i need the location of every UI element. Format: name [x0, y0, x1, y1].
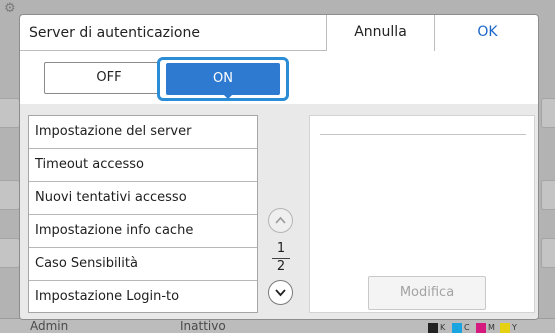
ink-m-label: M: [488, 323, 495, 332]
chevron-up-icon[interactable]: [268, 208, 293, 233]
on-button[interactable]: ON: [166, 63, 280, 95]
off-button[interactable]: OFF: [44, 62, 174, 94]
background-tab: [0, 180, 20, 210]
ink-y-label: Y: [512, 323, 517, 332]
ink-y-swatch: [500, 323, 510, 333]
list-item-server-setting[interactable]: Impostazione del server: [29, 116, 257, 149]
status-state: Inattivo: [180, 319, 226, 333]
dialog-header: Server di autenticazione Annulla OK: [20, 15, 538, 51]
list-item-login-to[interactable]: Impostazione Login-to: [29, 281, 257, 314]
detail-panel: Modifica: [309, 115, 535, 313]
gear-icon: ⚙: [4, 1, 16, 16]
background-tab: [0, 98, 20, 128]
cancel-button[interactable]: Annulla: [326, 15, 434, 51]
modify-button[interactable]: Modifica: [368, 276, 486, 310]
page-total: 2: [276, 259, 286, 274]
ink-c-swatch: [452, 323, 462, 333]
list-item-case-sensitivity[interactable]: Caso Sensibilità: [29, 248, 257, 281]
ink-m-swatch: [476, 323, 486, 333]
background-tab: [0, 238, 20, 268]
chevron-down-icon[interactable]: [268, 280, 293, 305]
dialog-title: Server di autenticazione: [29, 25, 200, 41]
ink-c-label: C: [464, 323, 470, 332]
status-user: Admin: [30, 319, 69, 333]
settings-content: Impostazione del server Timeout accesso …: [20, 104, 538, 319]
auth-server-dialog: Server di autenticazione Annulla OK OFF …: [19, 14, 539, 320]
list-item-login-timeout[interactable]: Timeout accesso: [29, 149, 257, 182]
on-selection-ring: ON: [157, 57, 289, 101]
toggle-row: OFF ON: [20, 52, 538, 104]
background-tab: [541, 98, 555, 128]
detail-divider: [320, 134, 526, 135]
background-tab: [541, 180, 555, 210]
settings-list: Impostazione del server Timeout accesso …: [28, 115, 258, 313]
ok-button[interactable]: OK: [434, 15, 538, 51]
ink-k-label: K: [440, 323, 446, 332]
background-tab: [541, 238, 555, 268]
list-pager: 1 2: [266, 204, 296, 305]
list-item-cache-info[interactable]: Impostazione info cache: [29, 215, 257, 248]
status-bar: [0, 318, 555, 333]
page-current: 1: [276, 241, 286, 256]
on-button-notch: [223, 94, 233, 99]
ink-k-swatch: [428, 323, 438, 333]
list-item-login-retries[interactable]: Nuovi tentativi accesso: [29, 182, 257, 215]
